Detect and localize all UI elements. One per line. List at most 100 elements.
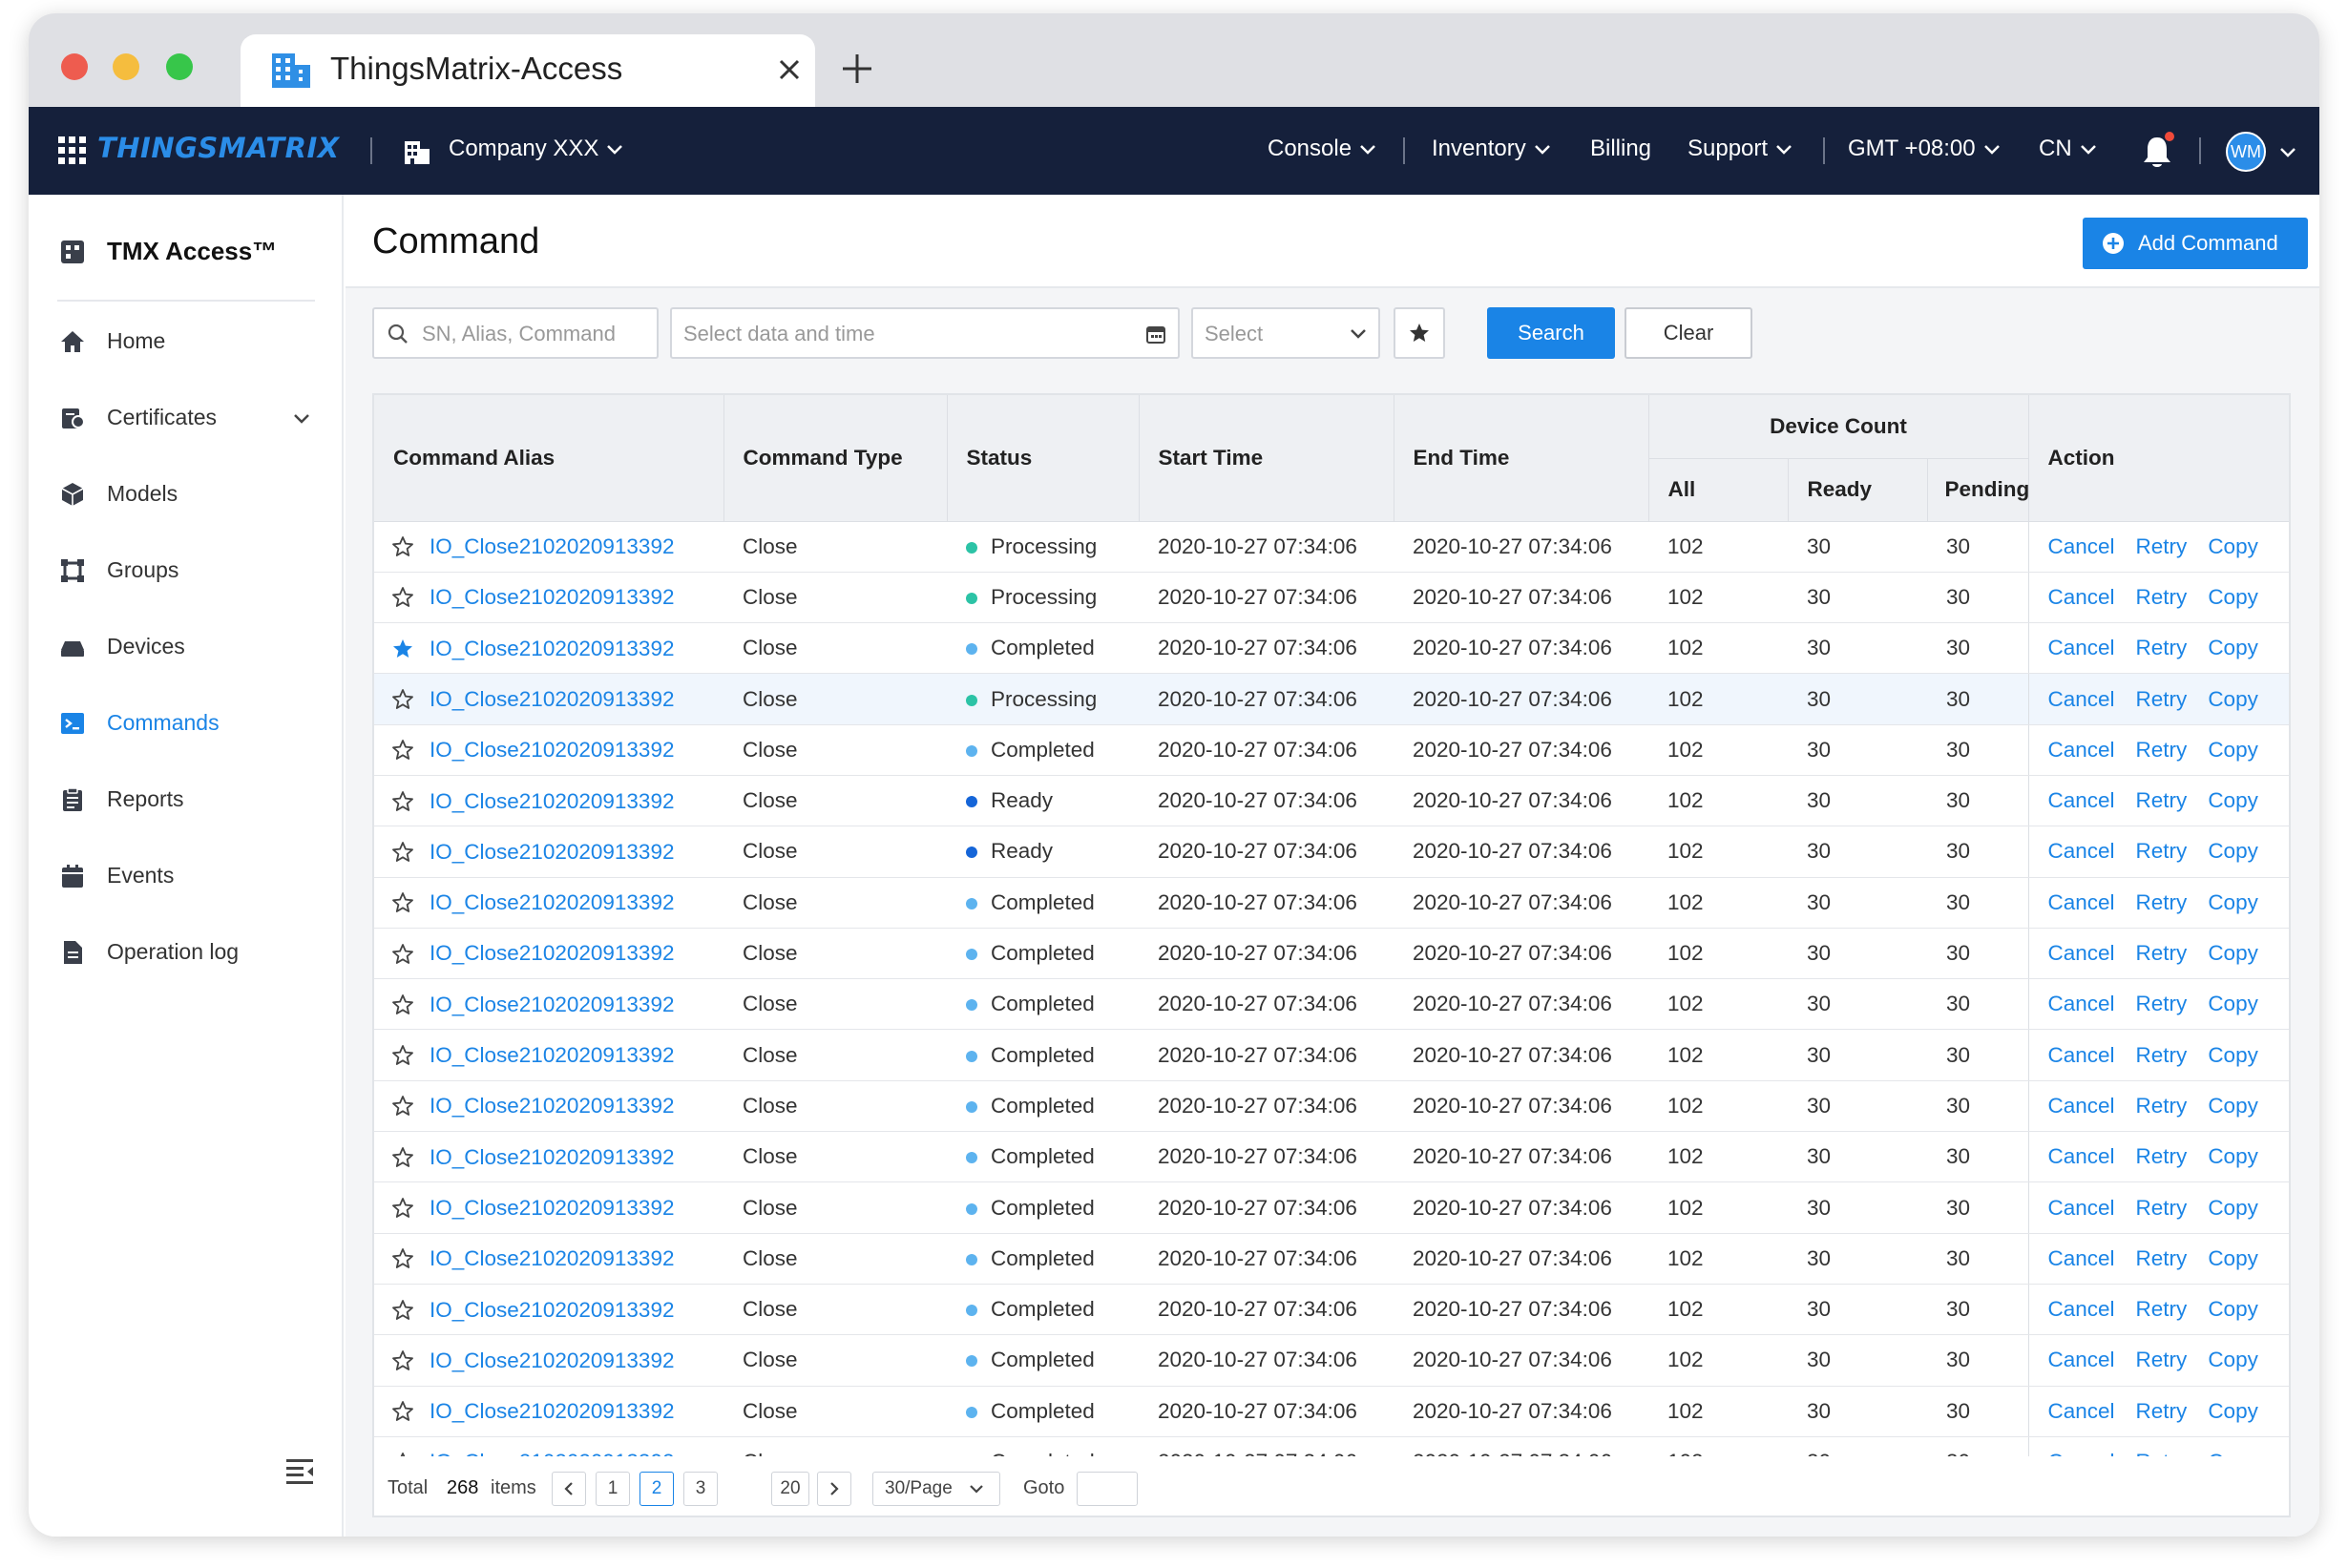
- page-button-1[interactable]: 1: [596, 1472, 630, 1506]
- cancel-link[interactable]: Cancel: [2048, 1144, 2115, 1168]
- retry-link[interactable]: Retry: [2136, 1144, 2188, 1168]
- retry-link[interactable]: Retry: [2136, 1297, 2188, 1321]
- command-alias-link[interactable]: IO_Close2102020913392: [430, 993, 674, 1016]
- command-alias-link[interactable]: IO_Close2102020913392: [430, 1043, 674, 1067]
- sidebar-item-groups[interactable]: Groups: [29, 542, 344, 599]
- command-alias-link[interactable]: IO_Close2102020913392: [430, 738, 674, 762]
- retry-link[interactable]: Retry: [2136, 1043, 2188, 1067]
- copy-link[interactable]: Copy: [2208, 1144, 2258, 1168]
- star-outline-icon[interactable]: [391, 1247, 414, 1270]
- window-close-button[interactable]: [61, 53, 88, 80]
- star-outline-icon[interactable]: [391, 841, 414, 864]
- retry-link[interactable]: Retry: [2136, 788, 2188, 812]
- table-scroll-area[interactable]: Command Alias Command Type Status Start …: [374, 395, 2289, 1456]
- command-alias-link[interactable]: IO_Close2102020913392: [430, 789, 674, 813]
- star-outline-icon[interactable]: [391, 1095, 414, 1118]
- collapse-menu-icon[interactable]: [284, 1456, 315, 1485]
- company-selector[interactable]: Company XXX: [449, 136, 623, 162]
- retry-link[interactable]: Retry: [2136, 1450, 2188, 1456]
- timezone-selector[interactable]: GMT +08:00: [1848, 136, 2001, 162]
- table-row[interactable]: IO_Close2102020913392 Close Completed 2020-…: [374, 1181, 2289, 1234]
- command-alias-link[interactable]: IO_Close2102020913392: [430, 1246, 674, 1270]
- retry-link[interactable]: Retry: [2136, 738, 2188, 762]
- cancel-link[interactable]: Cancel: [2048, 636, 2115, 659]
- nav-inventory[interactable]: Inventory: [1432, 136, 1551, 162]
- retry-link[interactable]: Retry: [2136, 534, 2188, 558]
- star-outline-icon[interactable]: [391, 535, 414, 558]
- cancel-link[interactable]: Cancel: [2048, 687, 2115, 711]
- star-outline-icon[interactable]: [391, 1146, 414, 1169]
- table-row[interactable]: IO_Close2102020913392 Close Completed 2020-…: [374, 724, 2289, 776]
- cancel-link[interactable]: Cancel: [2048, 839, 2115, 863]
- column-header-type[interactable]: Command Type: [723, 395, 948, 522]
- table-row[interactable]: IO_Close2102020913392 Close Completed 2020-…: [374, 1131, 2289, 1183]
- star-outline-icon[interactable]: [391, 1044, 414, 1067]
- cancel-link[interactable]: Cancel: [2048, 1348, 2115, 1371]
- sidebar-item-reports[interactable]: Reports: [29, 771, 344, 828]
- chevron-down-icon[interactable]: [2279, 147, 2296, 158]
- brand-logo[interactable]: THINGSMATRIX: [97, 132, 340, 164]
- table-row[interactable]: IO_Close2102020913392 Close Completed 2020-…: [374, 978, 2289, 1031]
- cancel-link[interactable]: Cancel: [2048, 992, 2115, 1015]
- command-alias-link[interactable]: IO_Close2102020913392: [430, 1196, 674, 1220]
- command-alias-link[interactable]: IO_Close2102020913392: [430, 1399, 674, 1423]
- page-button-20[interactable]: 20: [771, 1472, 809, 1506]
- sidebar-item-devices[interactable]: Devices: [29, 618, 344, 676]
- copy-link[interactable]: Copy: [2208, 1348, 2258, 1371]
- column-header-status[interactable]: Status: [947, 395, 1140, 522]
- sidebar-item-operation-log[interactable]: Operation log: [29, 924, 344, 981]
- apps-grid-icon[interactable]: [57, 136, 88, 166]
- cancel-link[interactable]: Cancel: [2048, 1297, 2115, 1321]
- prev-page-button[interactable]: [552, 1472, 586, 1506]
- page-button-3[interactable]: 3: [683, 1472, 718, 1506]
- table-row[interactable]: IO_Close2102020913392 Close Processing 2020…: [374, 673, 2289, 725]
- star-outline-icon[interactable]: [391, 1349, 414, 1372]
- sidebar-item-events[interactable]: Events: [29, 847, 344, 905]
- table-row[interactable]: IO_Close2102020913392 Close Completed 2020-…: [374, 1233, 2289, 1285]
- command-alias-link[interactable]: IO_Close2102020913392: [430, 1298, 674, 1322]
- command-alias-link[interactable]: IO_Close2102020913392: [430, 534, 674, 558]
- cancel-link[interactable]: Cancel: [2048, 890, 2115, 914]
- retry-link[interactable]: Retry: [2136, 1196, 2188, 1220]
- star-outline-icon[interactable]: [391, 790, 414, 813]
- close-icon[interactable]: [775, 55, 804, 84]
- cancel-link[interactable]: Cancel: [2048, 585, 2115, 609]
- cancel-link[interactable]: Cancel: [2048, 1196, 2115, 1220]
- column-header-end-time[interactable]: End Time: [1394, 395, 1649, 522]
- star-outline-icon[interactable]: [391, 688, 414, 711]
- table-row[interactable]: IO_Close2102020913392 Close Processing 2020…: [374, 521, 2289, 573]
- cancel-link[interactable]: Cancel: [2048, 1094, 2115, 1118]
- table-row[interactable]: IO_Close2102020913392 Close Completed 2020-…: [374, 1386, 2289, 1437]
- table-row[interactable]: IO_Close2102020913392 Close Completed 2020-…: [374, 1080, 2289, 1133]
- star-outline-icon[interactable]: [391, 1299, 414, 1322]
- star-outline-icon[interactable]: [391, 993, 414, 1016]
- copy-link[interactable]: Copy: [2208, 1399, 2258, 1423]
- copy-link[interactable]: Copy: [2208, 839, 2258, 863]
- copy-link[interactable]: Copy: [2208, 941, 2258, 965]
- command-alias-link[interactable]: IO_Close2102020913392: [430, 840, 674, 864]
- cancel-link[interactable]: Cancel: [2048, 1043, 2115, 1067]
- favorites-filter-button[interactable]: [1394, 307, 1445, 359]
- retry-link[interactable]: Retry: [2136, 1246, 2188, 1270]
- cancel-link[interactable]: Cancel: [2048, 534, 2115, 558]
- copy-link[interactable]: Copy: [2208, 1043, 2258, 1067]
- star-outline-icon[interactable]: [391, 891, 414, 914]
- cancel-link[interactable]: Cancel: [2048, 1399, 2115, 1423]
- copy-link[interactable]: Copy: [2208, 636, 2258, 659]
- copy-link[interactable]: Copy: [2208, 1450, 2258, 1456]
- cancel-link[interactable]: Cancel: [2048, 1246, 2115, 1270]
- nav-console[interactable]: Console: [1268, 136, 1376, 162]
- sidebar-item-models[interactable]: Models: [29, 466, 344, 523]
- table-row[interactable]: IO_Close2102020913392 Close Completed 2020-…: [374, 1029, 2289, 1081]
- status-select[interactable]: Select: [1191, 307, 1380, 359]
- window-maximize-button[interactable]: [166, 53, 193, 80]
- cancel-link[interactable]: Cancel: [2048, 738, 2115, 762]
- column-header-ready[interactable]: Ready: [1788, 458, 1928, 522]
- retry-link[interactable]: Retry: [2136, 585, 2188, 609]
- retry-link[interactable]: Retry: [2136, 1399, 2188, 1423]
- command-alias-link[interactable]: IO_Close2102020913392: [430, 1348, 674, 1372]
- page-size-select[interactable]: 30/Page: [872, 1472, 1000, 1506]
- copy-link[interactable]: Copy: [2208, 585, 2258, 609]
- star-outline-icon[interactable]: [391, 943, 414, 966]
- command-alias-link[interactable]: IO_Close2102020913392: [430, 1145, 674, 1169]
